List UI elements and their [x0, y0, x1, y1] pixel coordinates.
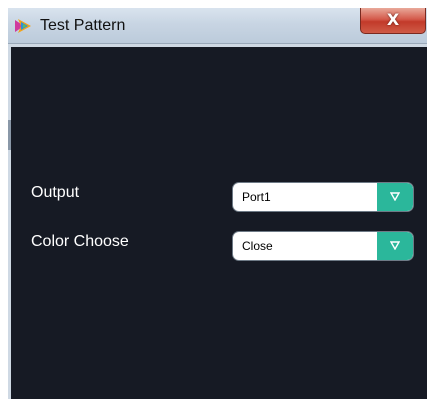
output-select-value: Port1	[242, 190, 271, 204]
color-choose-select-value: Close	[242, 239, 273, 253]
close-icon: X	[386, 10, 400, 29]
chevron-down-icon	[390, 241, 400, 250]
close-button[interactable]: X	[360, 8, 426, 34]
test-pattern-panel: Output Port1 Color Choose Close	[11, 47, 427, 399]
chevron-down-icon	[390, 192, 400, 201]
app-logo-icon	[14, 18, 32, 34]
output-label: Output	[31, 184, 80, 201]
color-choose-dropdown-button[interactable]	[377, 232, 413, 260]
output-select[interactable]: Port1	[232, 182, 414, 212]
title-bar[interactable]: Test Pattern X	[8, 8, 427, 44]
color-choose-label: Color Choose	[31, 233, 129, 250]
test-pattern-window: Test Pattern X Output Port1 Color Choose…	[0, 0, 427, 399]
window-title: Test Pattern	[40, 17, 126, 34]
color-choose-select[interactable]: Close	[232, 231, 414, 261]
output-dropdown-button[interactable]	[377, 183, 413, 211]
